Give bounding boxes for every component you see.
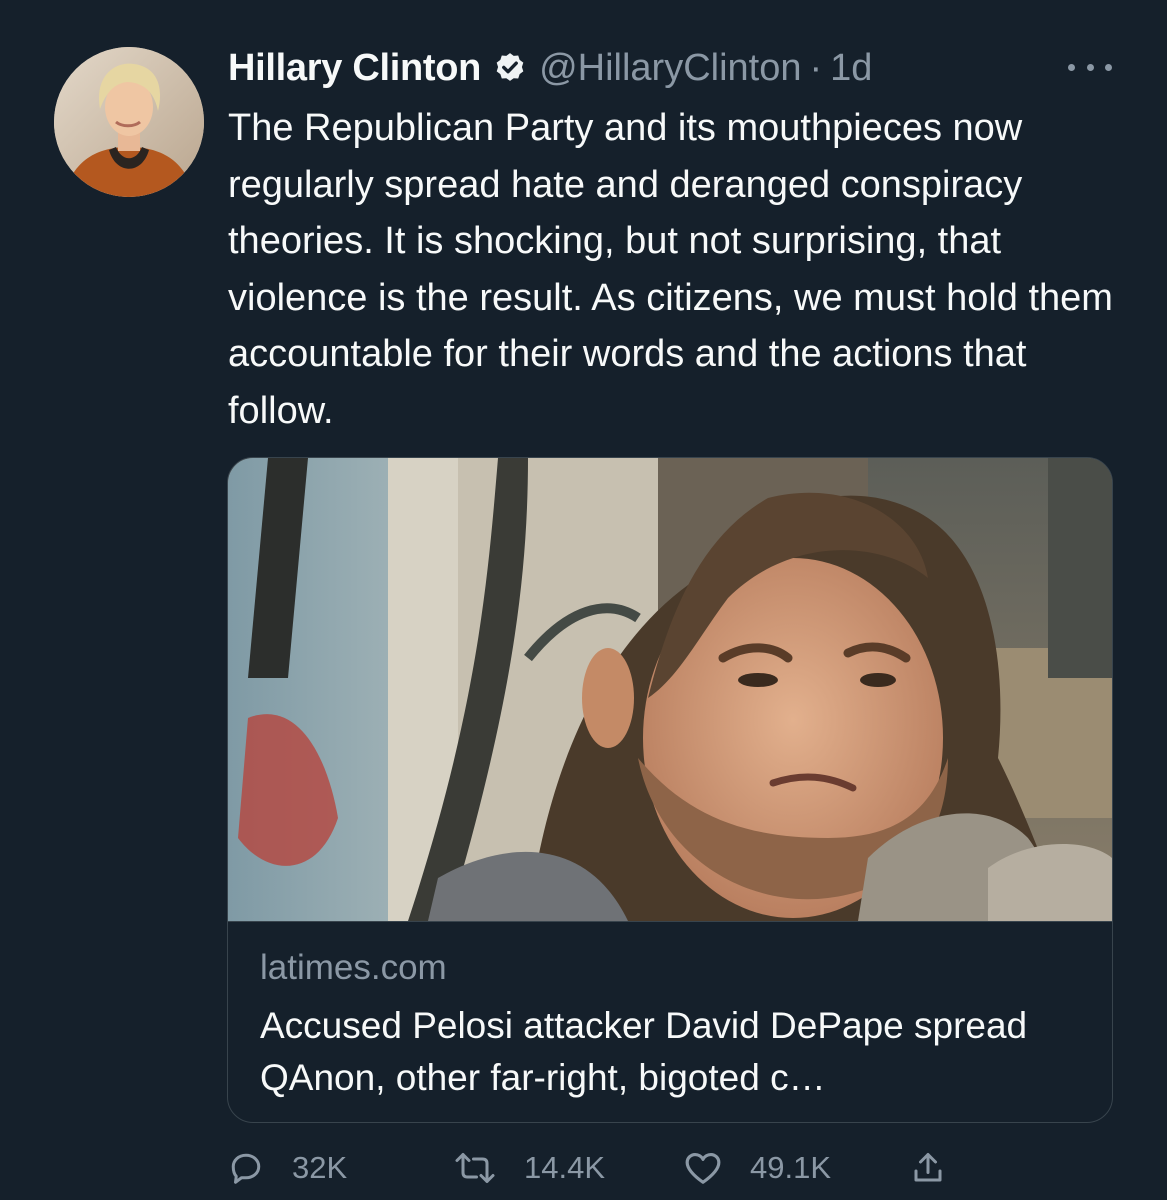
card-image — [228, 458, 1112, 921]
reply-button[interactable]: 32K — [228, 1140, 347, 1196]
retweet-count: 14.4K — [524, 1150, 606, 1185]
like-button[interactable]: 49.1K — [684, 1140, 831, 1196]
tweet-text: The Republican Party and its mouthpieces… — [228, 107, 1113, 432]
tweet-header: Hillary Clinton @HillaryClinton · 1d — [228, 40, 872, 96]
card-title: Accused Pelosi attacker David DePape spr… — [260, 1005, 1028, 1098]
share-button[interactable] — [910, 1140, 946, 1196]
more-dot — [1086, 63, 1094, 71]
author-name[interactable]: Hillary Clinton — [228, 47, 481, 90]
tweet-timestamp[interactable]: 1d — [830, 47, 872, 90]
verified-badge-icon — [493, 51, 527, 85]
share-icon — [910, 1150, 946, 1186]
separator-dot: · — [809, 46, 823, 89]
link-card[interactable]: latimes.com Accused Pelosi attacker Davi… — [227, 457, 1113, 1123]
more-options-icon[interactable] — [1068, 52, 1112, 82]
heart-icon — [684, 1150, 722, 1186]
retweet-button[interactable]: 14.4K — [454, 1140, 605, 1196]
retweet-icon — [454, 1150, 496, 1186]
more-dot — [1105, 63, 1112, 71]
reply-icon — [228, 1150, 264, 1186]
like-count: 49.1K — [750, 1150, 832, 1185]
author-avatar[interactable] — [54, 47, 204, 197]
card-divider — [228, 921, 1112, 922]
card-domain: latimes.com — [260, 948, 447, 987]
reply-count: 32K — [292, 1150, 348, 1185]
author-handle[interactable]: @HillaryClinton — [539, 47, 801, 90]
action-bar: 32K 14.4K 49.1K — [228, 1140, 1128, 1200]
more-dot — [1068, 63, 1075, 71]
